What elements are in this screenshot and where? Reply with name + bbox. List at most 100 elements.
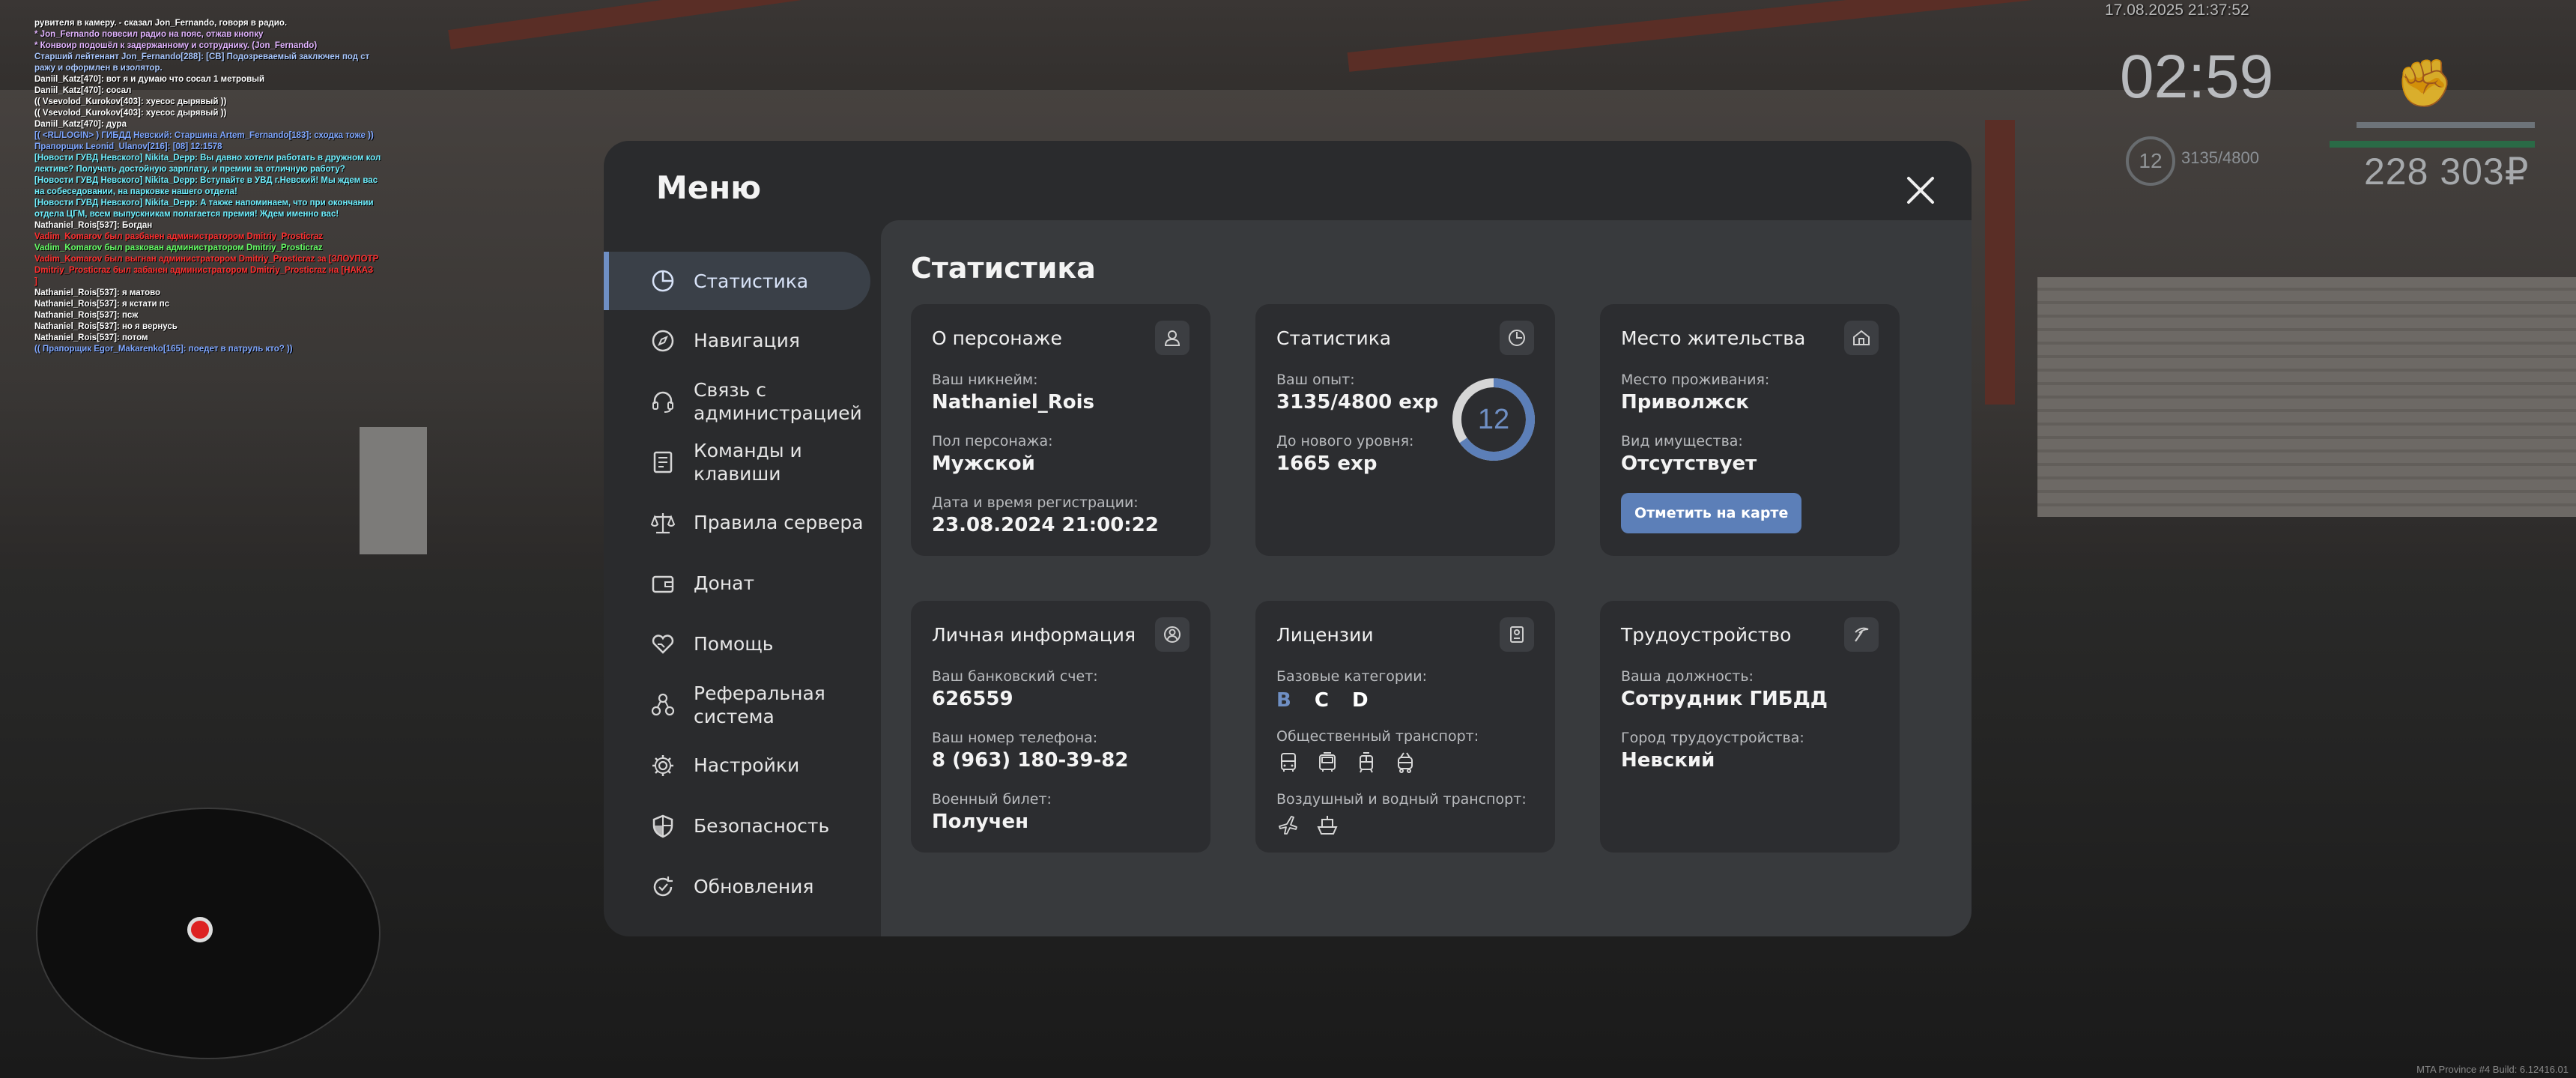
chat-line: Vadim_Komarov был выгнан администратором… (34, 255, 379, 264)
sidebar-item-statistics[interactable]: Статистика (604, 252, 870, 310)
pickaxe-icon (1844, 617, 1879, 652)
compass-icon (652, 330, 674, 351)
chat-line: (( Прапорщик Egor_Makarenko[165]: поедет… (34, 345, 293, 354)
tram-icon (1360, 752, 1373, 773)
sidebar-item-label: Связь с администрацией (694, 378, 862, 424)
player-marker-icon (187, 917, 213, 942)
chat-line: ражу и оформлен в изолятор. (34, 64, 163, 73)
build-version: MTA Province #4 Build: 6.12416.01 (2416, 1064, 2569, 1075)
sidebar-item-label: Статистика (694, 270, 809, 292)
sidebar-item-updates[interactable]: Обновления (604, 856, 881, 917)
id-card-icon (1500, 617, 1534, 652)
property-value: Отсутствует (1621, 452, 1757, 475)
chat-line: Старший лейтенант Jon_Fernando[288]: [CB… (34, 52, 370, 61)
hud-armor-bar (2330, 141, 2535, 148)
update-icon (653, 876, 673, 896)
chat-line: Daniil_Katz[470]: вот я и думаю что соса… (34, 75, 265, 84)
wallet-icon (652, 575, 674, 593)
work-city-value: Невский (1621, 749, 1715, 772)
mark-on-map-button[interactable]: Отметить на карте (1621, 493, 1802, 533)
field-label: Базовые категории: (1276, 668, 1427, 685)
statistics-panel: Статистика О персонаже Ваш никнейм: Nath… (881, 220, 1972, 936)
sidebar-item-referral[interactable]: Реферальная система (604, 674, 881, 735)
sidebar-item-label: Донат (694, 572, 755, 594)
sidebar-item-label: Навигация (694, 330, 800, 351)
card-title: Трудоустройство (1621, 623, 1792, 646)
home-icon (1844, 321, 1879, 355)
character-card: О персонаже Ваш никнейм: Nathaniel_Rois … (911, 304, 1210, 556)
background-garage-door (2037, 277, 2576, 517)
sidebar-item-help[interactable]: Помощь (604, 614, 881, 674)
position-value: Сотрудник ГИБДД (1621, 688, 1828, 710)
license-category-b: B (1276, 689, 1291, 712)
residence-value: Приволжск (1621, 391, 1749, 414)
gender-value: Мужской (932, 452, 1035, 475)
field-label: Город трудоустройства: (1621, 730, 1804, 746)
sidebar-item-label: Команды и клавиши (694, 439, 802, 485)
page-title: Статистика (911, 252, 1096, 285)
chat-line: Nathaniel_Rois[537]: я кстати пс (34, 300, 170, 309)
chat-line: Nathaniel_Rois[537]: я матово (34, 288, 161, 297)
chat-line: * Конвоир подошёл к задержанному и сотру… (34, 41, 318, 50)
chat-line: [( <RL/LOGIN> ) ГИБДД Невский: Старшина … (34, 131, 374, 140)
field-label: Дата и время регистрации: (932, 494, 1139, 511)
close-button[interactable] (1905, 175, 1936, 206)
chat-line: Nathaniel_Rois[537]: псж (34, 311, 139, 320)
chat-line: на собеседовании, на парковке нашего отд… (34, 187, 237, 196)
sidebar-item-navigation[interactable]: Навигация (604, 310, 881, 371)
ship-icon (1317, 816, 1338, 835)
close-icon (1907, 177, 1934, 204)
hud-exp: 3135/4800 (2181, 148, 2259, 167)
fist-icon: ✊ (2395, 55, 2454, 110)
chat-line: [Новости ГУВД Невского] Nikita_Depp: Вы … (34, 154, 381, 163)
field-label: Место проживания: (1621, 372, 1770, 388)
coach-icon (1319, 752, 1336, 772)
card-title: О персонаже (932, 327, 1062, 349)
field-label: Общественный транспорт: (1276, 728, 1479, 745)
sidebar-item-label: Настройки (694, 754, 800, 776)
sidebar-item-support[interactable]: Связь с администрацией (604, 371, 881, 431)
chat-line: (( Vsevolod_Kurokov[403]: хуесос дырявый… (34, 109, 227, 118)
card-title: Личная информация (932, 623, 1136, 646)
chat-line: Dmitriy_Prosticraz был забанен администр… (34, 266, 374, 275)
license-category-d: D (1352, 689, 1369, 712)
field-label: Военный билет: (932, 791, 1052, 808)
profile-circle-icon (1155, 617, 1189, 652)
roof-beam (1347, 0, 2169, 72)
clock-chart-icon (1500, 321, 1534, 355)
chat-line: Daniil_Katz[470]: дура (34, 120, 127, 129)
referral-icon (651, 693, 675, 715)
sidebar-item-donate[interactable]: Донат (604, 553, 881, 614)
sidebar-item-label: Реферальная система (694, 682, 825, 727)
sidebar-item-settings[interactable]: Настройки (604, 735, 881, 796)
sidebar-item-commands[interactable]: Команды и клавиши (604, 431, 881, 492)
card-title: Лицензии (1276, 623, 1374, 646)
personal-info-card: Личная информация Ваш банковский счет: 6… (911, 601, 1210, 853)
level-progress-ring: 12 (1452, 378, 1535, 461)
stats-card: Статистика Ваш опыт: 3135/4800 exp До но… (1255, 304, 1555, 556)
chat-line: Vadim_Komarov был разкован администратор… (34, 243, 323, 252)
sidebar-item-rules[interactable]: Правила сервера (604, 492, 881, 553)
pie-chart-icon (652, 270, 674, 292)
nickname-value: Nathaniel_Rois (932, 391, 1095, 414)
field-label: Воздушный и водный транспорт: (1276, 791, 1527, 808)
user-icon (1155, 321, 1189, 355)
field-label: Ваш банковский счет: (932, 668, 1098, 685)
license-categories: B C D (1276, 689, 1534, 712)
hud-money: 228 303₽ (2364, 151, 2530, 193)
residence-card: Место жительства Место проживания: Приво… (1600, 304, 1900, 556)
headset-icon (652, 391, 673, 413)
chat-line: ] (34, 277, 37, 286)
chat-line: Daniil_Katz[470]: сосал (34, 86, 132, 95)
employment-card: Трудоустройство Ваша должность: Сотрудни… (1600, 601, 1900, 853)
chat-line: Vadim_Komarov был разбанен администратор… (34, 232, 324, 241)
chat-line: отдела ЦГМ, всем выпускникам полагается … (34, 210, 339, 219)
sidebar-item-label: Обновления (694, 876, 814, 897)
licenses-card: Лицензии Базовые категории: B C D Общест… (1255, 601, 1555, 853)
license-category-c: C (1314, 689, 1329, 712)
card-title: Статистика (1276, 327, 1392, 349)
sidebar-item-security[interactable]: Безопасность (604, 796, 881, 856)
hud-date: 17.08.2025 21:37:52 (2105, 1, 2249, 19)
hud-health-bar (2357, 122, 2535, 128)
shield-icon (652, 814, 673, 838)
